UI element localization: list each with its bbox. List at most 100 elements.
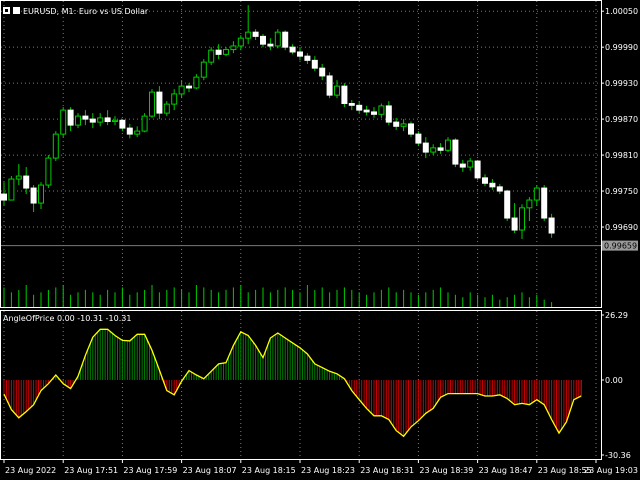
candle-body (348, 103, 355, 106)
candle-body (334, 85, 340, 96)
candle-body (326, 75, 333, 96)
candle-body (541, 187, 548, 219)
candle-body (496, 186, 503, 192)
current-price-label: 0.99659 (604, 242, 637, 251)
candle-body (186, 85, 192, 89)
time-tick-label: 23 Aug 18:07 (183, 466, 237, 475)
time-tick-label: 23 Aug 18:31 (360, 466, 414, 475)
candle-body (223, 49, 229, 55)
candle-body (126, 127, 133, 135)
candle-body (393, 121, 400, 127)
candle-body (60, 109, 67, 135)
trade-icon[interactable] (13, 7, 20, 14)
price-tick-label: 1.00050 (605, 7, 638, 16)
candle[interactable] (8, 176, 15, 201)
price-tick-label: 0.99990 (605, 43, 638, 52)
candle-body (378, 105, 385, 115)
candle[interactable] (274, 29, 281, 49)
price-tick-label: 0.99870 (605, 115, 638, 124)
price-tick-label: 0.99750 (605, 187, 638, 196)
candle-body (215, 49, 222, 55)
candle-body (452, 139, 459, 165)
candle[interactable] (541, 185, 548, 222)
candle-body (8, 178, 15, 201)
candle-body (82, 115, 89, 120)
candle-body (178, 85, 185, 95)
candle-body (319, 67, 326, 77)
candle[interactable] (45, 155, 52, 189)
candle-body (519, 207, 525, 231)
time-tick-label: 23 Aug 19:03 (584, 466, 638, 475)
time-tick-label: 23 Aug 17:51 (64, 466, 118, 475)
candle-body (119, 119, 126, 129)
candle-body (385, 105, 392, 123)
candle-body (371, 111, 377, 115)
candle-body (230, 45, 237, 51)
candle-body (141, 115, 148, 132)
candle-body (30, 187, 37, 204)
candle-body (52, 133, 59, 159)
candle-body (134, 130, 141, 135)
time-tick-label: 23 Aug 2022 (5, 466, 56, 475)
candle[interactable] (474, 159, 481, 181)
candle-body (297, 51, 303, 57)
candle-body (459, 163, 466, 168)
price-tick-label: 0.99930 (605, 79, 638, 88)
candle-body (282, 31, 289, 48)
candle-body (304, 55, 311, 61)
candle[interactable] (141, 113, 148, 133)
candle-body (75, 115, 81, 126)
candle-body (156, 91, 163, 114)
time-tick-label: 23 Aug 18:39 (419, 466, 473, 475)
candle-body (267, 43, 274, 47)
candle-body (445, 139, 451, 151)
candle-body (97, 117, 104, 123)
candle-body (112, 119, 118, 123)
candle-body (533, 187, 540, 201)
candle[interactable] (60, 107, 67, 138)
candle[interactable] (452, 138, 459, 168)
candle[interactable] (326, 72, 333, 99)
candle-body (200, 61, 207, 78)
candle-body (149, 91, 155, 117)
candle[interactable] (208, 47, 215, 66)
candle-body (437, 147, 444, 151)
time-tick-label: 23 Aug 18:15 (242, 466, 296, 475)
candle-body (504, 190, 511, 219)
time-tick-label: 23 Aug 17:59 (123, 466, 177, 475)
candle[interactable] (149, 89, 155, 118)
symbol-header: EURUSD, M1: Euro vs US Dollar (3, 7, 149, 16)
candle-body (363, 109, 370, 113)
price-tick-label: 0.99690 (605, 223, 638, 232)
candle-body (193, 76, 200, 89)
candle-body (311, 59, 318, 69)
symbol-title: EURUSD, M1: Euro vs US Dollar (23, 7, 149, 16)
price-tick-label: 0.99810 (605, 151, 638, 160)
indicator-title: AngleOfPrice 0.00 -10.31 -10.31 (3, 314, 131, 323)
candle-body (356, 104, 363, 111)
candle[interactable] (282, 30, 289, 51)
candle-body (548, 217, 555, 234)
candle-body (511, 217, 518, 231)
candle-body (482, 177, 488, 184)
candle-body (163, 103, 170, 114)
candle-body (208, 49, 215, 63)
candle[interactable] (504, 189, 511, 222)
trading-chart[interactable]: 1.00050 0.99990 0.99930 0.99870 0.99810 0.997… (0, 0, 640, 480)
candle[interactable] (52, 131, 59, 162)
candle-body (260, 35, 266, 45)
candle-body (104, 117, 111, 123)
candle-body (408, 123, 414, 135)
candle-body (89, 118, 96, 123)
candle-body (245, 31, 252, 39)
candle-body (341, 85, 348, 105)
candle-body (467, 160, 474, 168)
candle-body (400, 123, 407, 127)
candle-body (274, 31, 281, 47)
candle-body (289, 46, 296, 53)
candle[interactable] (200, 59, 207, 81)
candle[interactable] (341, 83, 348, 108)
candle-body (38, 184, 44, 204)
candle-body (1, 193, 7, 201)
candle-body (45, 157, 52, 186)
